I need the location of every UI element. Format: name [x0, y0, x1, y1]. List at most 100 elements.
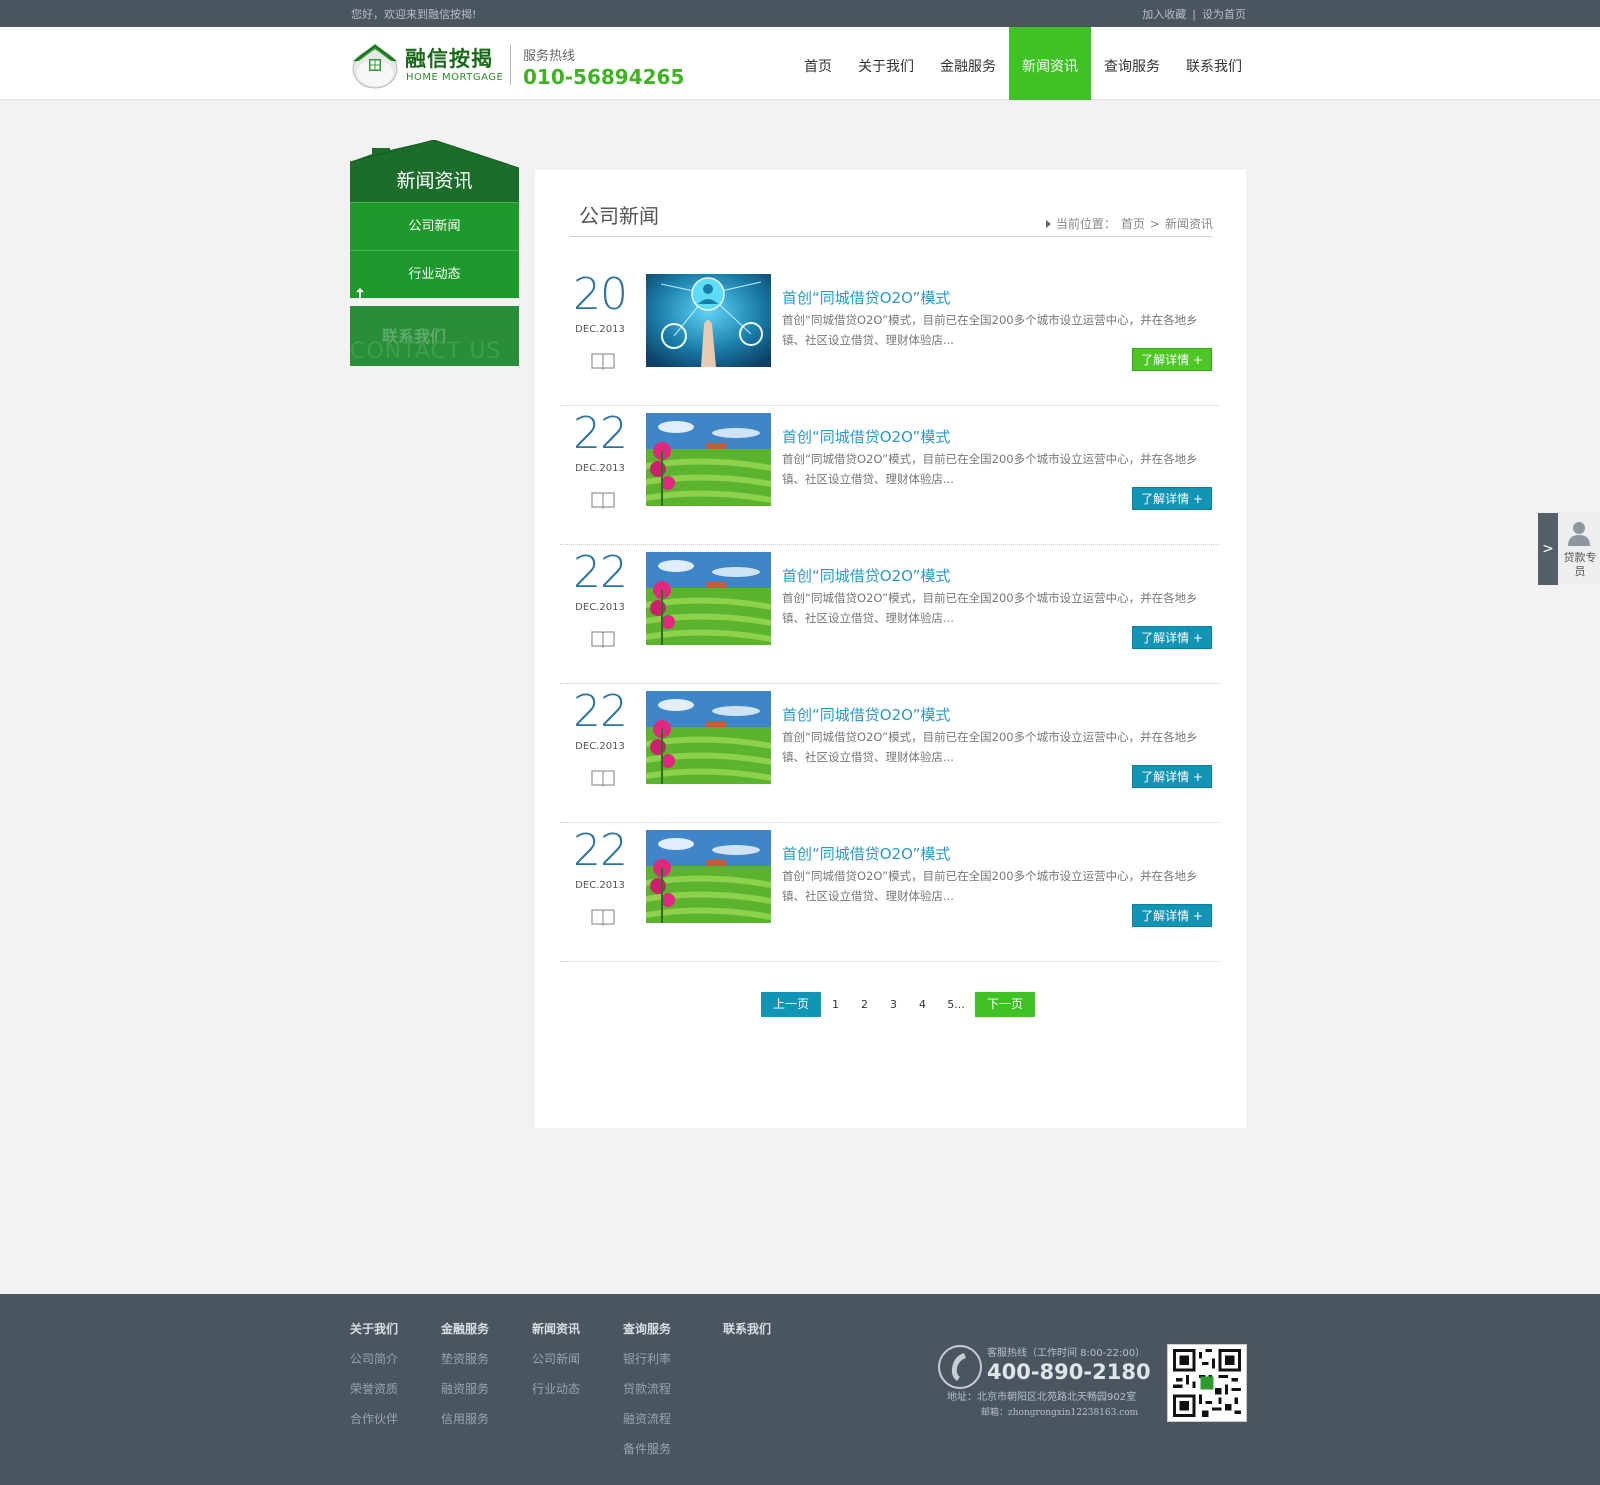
- field-flower-icon[interactable]: [646, 552, 771, 645]
- news-day: 20: [573, 269, 628, 320]
- footer-heading[interactable]: 联系我们: [723, 1320, 771, 1350]
- nav-item-finance[interactable]: 金融服务: [927, 27, 1009, 100]
- page-5-link[interactable]: 5...: [937, 998, 975, 1011]
- footer-contact: 客服热线（工作时间 8:00-22:00） 400-890-2180 地址：北京…: [937, 1344, 1151, 1424]
- next-page-button[interactable]: 下一页: [975, 992, 1035, 1017]
- pagination: 上一页 1 2 3 4 5... 下一页: [761, 992, 1035, 1017]
- footer-link[interactable]: 合作伙伴: [350, 1410, 398, 1440]
- site-footer: 关于我们 公司简介 荣誉资质 合作伙伴 金融服务 垫资服务 融资服务 信用服务 …: [0, 1294, 1600, 1485]
- news-item: 22 DEC.2013 首创“同城借贷O2O”模式 首创“同城借贷O2O”模式，…: [560, 407, 1220, 545]
- footer-link[interactable]: 荣誉资质: [350, 1380, 398, 1410]
- page-title: 公司新闻: [579, 204, 659, 228]
- service-phone: 400-890-2180: [987, 1360, 1151, 1384]
- nav-item-contact[interactable]: 联系我们: [1173, 27, 1255, 100]
- footer-link[interactable]: 行业动态: [532, 1380, 580, 1410]
- field-flower-icon[interactable]: [646, 830, 771, 923]
- news-description: 首创“同城借贷O2O”模式，目前已在全国200多个城市设立运营中心，并在各地乡镇…: [782, 869, 1198, 903]
- nav-item-home[interactable]: 首页: [791, 27, 845, 100]
- news-description: 首创“同城借贷O2O”模式，目前已在全国200多个城市设立运营中心，并在各地乡镇…: [782, 730, 1198, 764]
- page-3-link[interactable]: 3: [879, 998, 908, 1011]
- sidebar-item-company-news[interactable]: 公司新闻: [350, 202, 519, 250]
- sidebar-item-industry[interactable]: 行业动态: [350, 250, 519, 298]
- footer-email: 邮箱：zhongrongxin12238163.com: [981, 1408, 1139, 1418]
- news-month: DEC.2013: [575, 324, 625, 335]
- loan-agent-float: > 贷款专员: [1538, 513, 1600, 585]
- news-day: 22: [573, 686, 628, 737]
- hotline-label: 服务热线: [523, 49, 576, 64]
- house-logo-icon: [352, 44, 398, 89]
- sidebar-header: 新闻资讯: [350, 140, 519, 202]
- news-headline[interactable]: 首创“同城借贷O2O”模式: [782, 704, 950, 725]
- news-headline[interactable]: 首创“同城借贷O2O”模式: [782, 565, 950, 586]
- breadcrumb: 当前位置： 首页 > 新闻资讯: [1045, 215, 1213, 232]
- footer-heading[interactable]: 关于我们: [350, 1320, 398, 1350]
- set-homepage-link[interactable]: 设为首页: [1202, 8, 1246, 21]
- service-hours: 客服热线（工作时间 8:00-22:00）: [987, 1348, 1146, 1359]
- news-description: 首创“同城借贷O2O”模式，目前已在全国200多个城市设立运营中心，并在各地乡镇…: [782, 313, 1198, 347]
- read-more-button[interactable]: 了解详情 +: [1132, 348, 1212, 371]
- site-header: 融信按揭 HOME MORTGAGE 服务热线 010-56894265 首页 …: [0, 27, 1600, 100]
- main-nav: 首页 关于我们 金融服务 新闻资讯 查询服务 联系我们: [791, 27, 1255, 100]
- footer-col-query: 查询服务 银行利率 贷款流程 融资流程 备件服务: [623, 1320, 671, 1470]
- footer-col-news: 新闻资讯 公司新闻 行业动态: [532, 1320, 580, 1410]
- qr-code-icon: [1167, 1344, 1247, 1422]
- book-icon: [591, 631, 615, 648]
- footer-link[interactable]: 融资流程: [623, 1410, 671, 1440]
- book-icon: [591, 770, 615, 787]
- footer-address: 地址：北京市朝阳区北苑路北天畅园902室: [947, 1392, 1137, 1403]
- footer-col-about: 关于我们 公司简介 荣誉资质 合作伙伴: [350, 1320, 398, 1440]
- read-more-button[interactable]: 了解详情 +: [1132, 765, 1212, 788]
- read-more-button[interactable]: 了解详情 +: [1132, 626, 1212, 649]
- user-icon: [1568, 522, 1590, 546]
- read-more-button[interactable]: 了解详情 +: [1132, 487, 1212, 510]
- contact-banner-en: CONTACT US: [350, 339, 502, 364]
- loan-agent-card[interactable]: 贷款专员: [1558, 513, 1600, 585]
- add-favorite-link[interactable]: 加入收藏: [1142, 8, 1186, 21]
- breadcrumb-arrow-icon: [1045, 219, 1051, 228]
- news-month: DEC.2013: [575, 463, 625, 474]
- news-month: DEC.2013: [575, 880, 625, 891]
- site-logo[interactable]: 融信按揭 HOME MORTGAGE: [351, 39, 511, 91]
- footer-link[interactable]: 融资服务: [441, 1380, 489, 1410]
- book-icon: [591, 909, 615, 926]
- prev-page-button[interactable]: 上一页: [761, 992, 821, 1017]
- footer-link[interactable]: 银行利率: [623, 1350, 671, 1380]
- read-more-button[interactable]: 了解详情 +: [1132, 904, 1212, 927]
- breadcrumb-label: 当前位置：: [1055, 217, 1116, 231]
- field-flower-icon[interactable]: [646, 691, 771, 784]
- news-day: 22: [573, 408, 628, 459]
- nav-item-about[interactable]: 关于我们: [845, 27, 927, 100]
- book-icon: [591, 353, 615, 370]
- footer-link[interactable]: 备件服务: [623, 1440, 671, 1470]
- field-flower-icon[interactable]: [646, 413, 771, 506]
- breadcrumb-home[interactable]: 首页: [1121, 215, 1145, 232]
- sidebar-contact-banner[interactable]: 联系我们 CONTACT US: [350, 306, 519, 366]
- footer-link[interactable]: 公司简介: [350, 1350, 398, 1380]
- nav-item-query[interactable]: 查询服务: [1091, 27, 1173, 100]
- footer-heading[interactable]: 新闻资讯: [532, 1320, 580, 1350]
- float-toggle-button[interactable]: >: [1538, 513, 1558, 585]
- news-panel: 公司新闻 当前位置： 首页 > 新闻资讯 20 DEC.2013 首创“同城借贷…: [535, 170, 1246, 1128]
- news-headline[interactable]: 首创“同城借贷O2O”模式: [782, 287, 950, 308]
- footer-link[interactable]: 公司新闻: [532, 1350, 580, 1380]
- breadcrumb-separator: >: [1149, 216, 1160, 231]
- news-item: 20 DEC.2013 首创“同城借贷O2O”模式 首创“同城借贷O2O”模式，…: [560, 268, 1220, 406]
- footer-heading[interactable]: 金融服务: [441, 1320, 489, 1350]
- news-headline[interactable]: 首创“同城借贷O2O”模式: [782, 843, 950, 864]
- header-hotline: 服务热线 010-56894265: [510, 45, 684, 89]
- top-links: 加入收藏 | 设为首页: [1142, 6, 1246, 22]
- footer-link[interactable]: 贷款流程: [623, 1380, 671, 1410]
- footer-link[interactable]: 垫资服务: [441, 1350, 489, 1380]
- page-2-link[interactable]: 2: [850, 998, 879, 1011]
- tech-hand-icon[interactable]: [646, 274, 771, 367]
- title-divider: [570, 236, 1212, 237]
- nav-item-news[interactable]: 新闻资讯: [1009, 27, 1091, 100]
- breadcrumb-current[interactable]: 新闻资讯: [1165, 215, 1213, 232]
- brand-name-en: HOME MORTGAGE: [406, 72, 504, 83]
- page-4-link[interactable]: 4: [908, 998, 937, 1011]
- news-headline[interactable]: 首创“同城借贷O2O”模式: [782, 426, 950, 447]
- news-item: 22 DEC.2013 首创“同城借贷O2O”模式 首创“同城借贷O2O”模式，…: [560, 546, 1220, 684]
- footer-link[interactable]: 信用服务: [441, 1410, 489, 1440]
- footer-heading[interactable]: 查询服务: [623, 1320, 671, 1350]
- page-1-link[interactable]: 1: [821, 998, 850, 1011]
